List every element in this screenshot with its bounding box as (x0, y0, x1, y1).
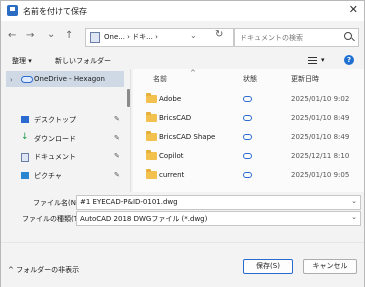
file-date: 2025/01/10 9:02 (291, 95, 350, 103)
column-header-name[interactable]: 名前 (153, 74, 167, 84)
file-date: 2025/01/10 8:49 (291, 133, 350, 141)
save-dialog-icon (7, 5, 18, 16)
file-name: Copilot (159, 152, 184, 160)
sidebar-item-documents[interactable]: ドキュメント (34, 152, 76, 162)
expand-chevron-icon[interactable]: › (10, 76, 13, 84)
pin-icon: ✎ (114, 115, 120, 123)
file-date: 2025/01/10 9:05 (291, 171, 350, 179)
command-bar: 整理 ▾ 新しいフォルダー ▾ ? (1, 53, 364, 69)
back-button[interactable]: ← (8, 30, 16, 41)
organize-button[interactable]: 整理 ▾ (12, 56, 32, 66)
close-icon[interactable]: ✕ (349, 3, 358, 16)
folder-icon (146, 169, 157, 179)
address-dropdown-icon[interactable]: ⌄ (190, 31, 197, 40)
sort-ascending-icon: ^ (190, 69, 196, 77)
help-icon[interactable]: ? (344, 55, 354, 65)
navigation-pane: › OneDrive - Hexagon デスクトップ ✎ ↓ ダウンロード ✎… (1, 69, 127, 192)
download-icon: ↓ (21, 132, 29, 142)
file-name: Adobe (159, 95, 182, 103)
filetype-value: AutoCAD 2018 DWGファイル (*.dwg) (80, 215, 208, 223)
file-name: BricsCAD Shape (159, 133, 216, 141)
hide-folders-toggle[interactable]: ^ フォルダーの非表示 (8, 265, 79, 275)
filename-value: #1 EYECAD-P&ID-0101.dwg (80, 198, 178, 206)
save-button[interactable]: 保存(S) (243, 259, 293, 274)
list-item[interactable]: current 2025/01/10 9:05 (133, 166, 364, 184)
folder-icon (146, 93, 157, 103)
cloud-status-icon (243, 172, 252, 178)
view-options-caret[interactable]: ▾ (321, 56, 325, 64)
pin-icon: ✎ (114, 171, 120, 179)
address-bar[interactable]: One... › ドキ... › (85, 28, 234, 47)
cloud-status-icon (243, 134, 252, 140)
file-name: current (159, 171, 185, 179)
pane-divider[interactable] (130, 69, 131, 192)
search-placeholder: ドキュメントの検索 (240, 34, 303, 42)
list-item[interactable]: BricsCAD 2025/01/10 8:49 (133, 109, 364, 127)
search-input[interactable]: ドキュメントの検索 (234, 28, 359, 47)
view-options-icon[interactable] (308, 57, 317, 64)
save-as-dialog: 名前を付けて保存 ✕ ← → ⌄ ↑ One... › ドキ... › ⌄ ↻ … (0, 0, 365, 287)
filetype-label: ファイルの種類(T): (22, 215, 84, 223)
address-path: One... › ドキ... › (104, 33, 158, 41)
document-icon (21, 153, 29, 162)
file-date: 2025/12/11 8:10 (291, 152, 350, 160)
cloud-status-icon (243, 115, 252, 121)
column-header-date[interactable]: 更新日時 (291, 74, 319, 84)
sidebar-item-downloads[interactable]: ダウンロード (34, 134, 76, 144)
dialog-footer: ^ フォルダーの非表示 保存(S) キャンセル (1, 242, 364, 287)
list-item[interactable]: Adobe 2025/01/10 9:02 (133, 90, 364, 108)
new-folder-button[interactable]: 新しいフォルダー (55, 56, 111, 66)
refresh-button[interactable]: ↻ (215, 29, 223, 40)
sidebar-item-desktop[interactable]: デスクトップ (34, 115, 76, 125)
file-name: BricsCAD (159, 114, 192, 122)
pin-icon: ✎ (114, 134, 120, 142)
up-button[interactable]: ↑ (65, 30, 73, 41)
list-item[interactable]: BricsCAD Shape 2025/01/10 8:49 (133, 128, 364, 146)
recent-locations-button[interactable]: ⌄ (47, 29, 55, 40)
cloud-status-icon (243, 153, 252, 159)
folder-icon (146, 112, 157, 122)
sidebar-item-pictures[interactable]: ピクチャ (34, 171, 62, 181)
forward-button[interactable]: → (26, 30, 34, 41)
search-icon[interactable] (344, 32, 352, 40)
folder-icon (146, 131, 157, 141)
cloud-status-icon (243, 96, 252, 102)
chevron-down-icon[interactable]: ⌄ (351, 213, 357, 221)
cancel-button[interactable]: キャンセル (303, 259, 357, 274)
folder-icon (146, 150, 157, 160)
location-icon (90, 32, 100, 43)
desktop-icon (21, 116, 29, 123)
file-list: 名前 状態 更新日時 Adobe 2025/01/10 9:02 BricsCA… (133, 69, 364, 192)
chevron-down-icon[interactable]: ⌄ (351, 197, 357, 205)
pin-icon: ✎ (114, 152, 120, 160)
window-title: 名前を付けて保存 (23, 7, 87, 16)
sidebar-item-label: OneDrive - Hexagon (34, 75, 105, 83)
file-date: 2025/01/10 8:49 (291, 114, 350, 122)
pictures-icon (21, 172, 29, 179)
column-header-status[interactable]: 状態 (243, 74, 257, 84)
title-bar: 名前を付けて保存 ✕ (1, 1, 364, 21)
list-item[interactable]: Copilot 2025/12/11 8:10 (133, 147, 364, 165)
filename-label: ファイル名(N): (33, 199, 82, 207)
onedrive-cloud-icon (21, 76, 33, 83)
filetype-select[interactable]: AutoCAD 2018 DWGファイル (*.dwg) ⌄ (76, 211, 361, 226)
filename-input[interactable]: #1 EYECAD-P&ID-0101.dwg ⌄ (76, 195, 361, 210)
